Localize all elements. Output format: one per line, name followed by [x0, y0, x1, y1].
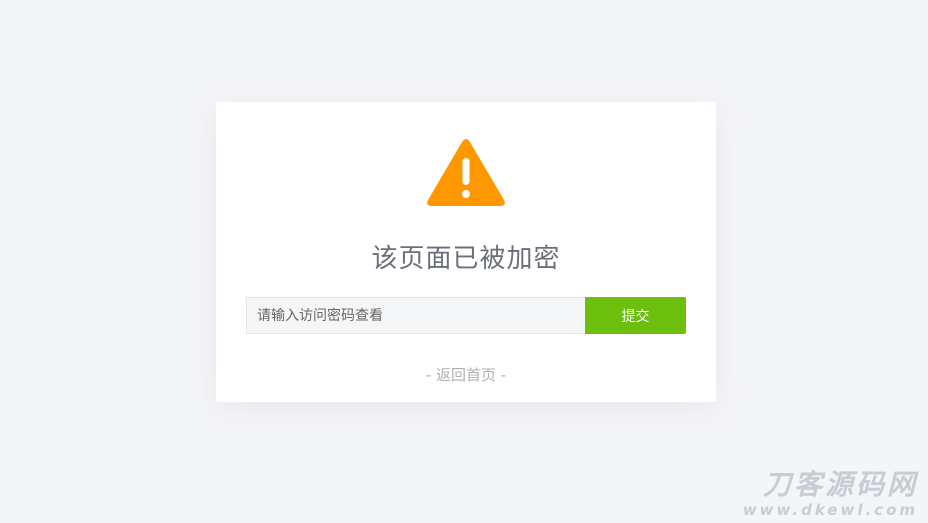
page: 该页面已被加密 提交 - 返回首页 - 刀客源码网 www.dkewl.com — [0, 0, 928, 523]
page-title: 该页面已被加密 — [371, 244, 561, 274]
warning-icon — [427, 139, 505, 206]
password-input[interactable] — [246, 297, 585, 334]
watermark-url: www.dkewl.com — [742, 501, 918, 519]
password-form: 提交 — [246, 297, 686, 334]
watermark: 刀客源码网 www.dkewl.com — [742, 468, 918, 520]
watermark-title: 刀客源码网 — [762, 468, 918, 501]
password-card: 该页面已被加密 提交 - 返回首页 - — [216, 102, 716, 402]
submit-button[interactable]: 提交 — [585, 297, 686, 334]
back-home-link[interactable]: - 返回首页 - — [216, 364, 716, 385]
